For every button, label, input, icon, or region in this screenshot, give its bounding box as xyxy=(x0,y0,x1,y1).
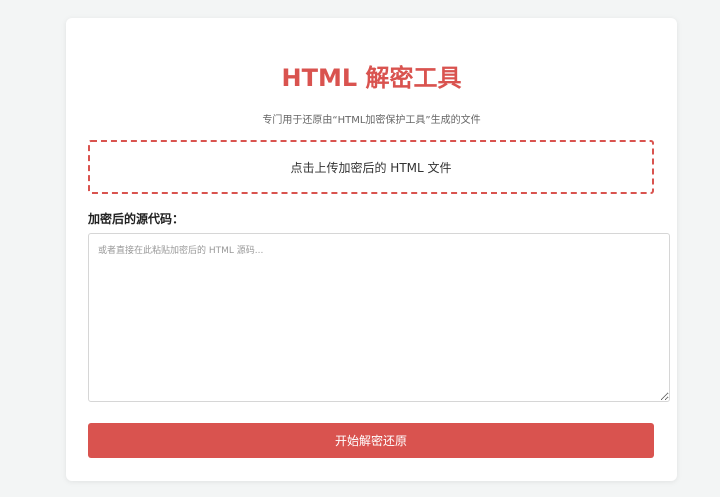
source-label: 加密后的源代码： xyxy=(88,212,185,226)
page-title: HTML 解密工具 xyxy=(281,64,462,92)
upload-label: 点击上传加密后的 HTML 文件 xyxy=(290,160,452,175)
main-card: HTML 解密工具 专门用于还原由“HTML加密保护工具”生成的文件 点击上传加… xyxy=(66,18,677,481)
source-code-input[interactable] xyxy=(88,233,670,402)
decrypt-button[interactable]: 开始解密还原 xyxy=(88,423,654,458)
upload-dropzone[interactable]: 点击上传加密后的 HTML 文件 xyxy=(88,140,654,194)
page-subtitle: 专门用于还原由“HTML加密保护工具”生成的文件 xyxy=(262,115,481,126)
